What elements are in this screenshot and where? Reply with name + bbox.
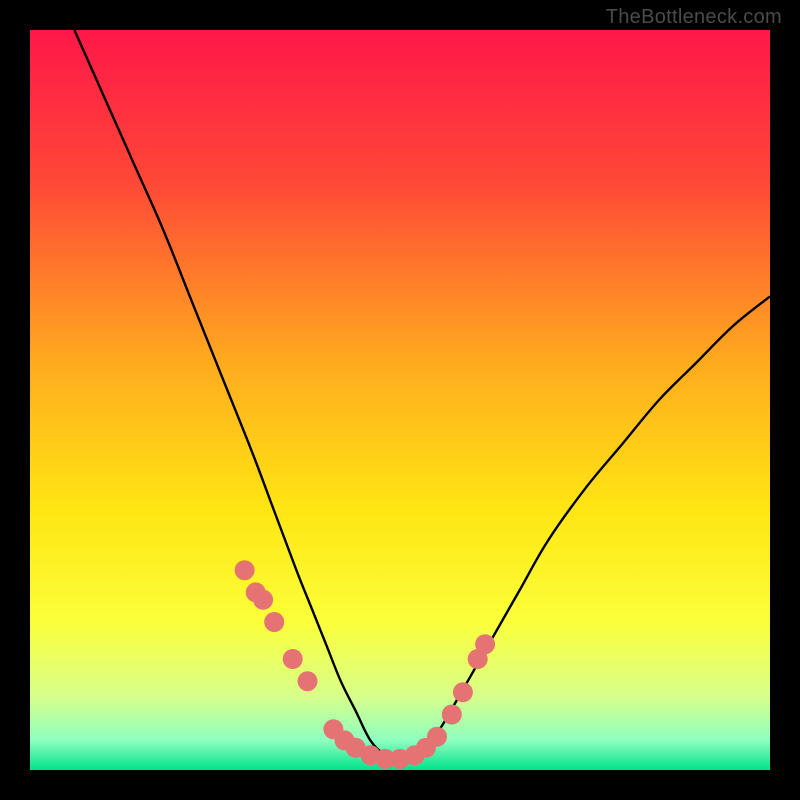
chart-svg xyxy=(30,30,770,770)
curve-dot xyxy=(475,634,495,654)
curve-dot xyxy=(427,727,447,747)
curve-dot xyxy=(235,560,255,580)
plot-area xyxy=(30,30,770,770)
watermark-text: TheBottleneck.com xyxy=(606,6,782,29)
curve-dot xyxy=(442,705,462,725)
curve-dot xyxy=(264,612,284,632)
curve-dots xyxy=(235,560,496,769)
bottleneck-curve xyxy=(74,30,770,763)
curve-dot xyxy=(283,649,303,669)
curve-dot xyxy=(298,671,318,691)
curve-dot xyxy=(453,682,473,702)
curve-dot xyxy=(253,590,273,610)
